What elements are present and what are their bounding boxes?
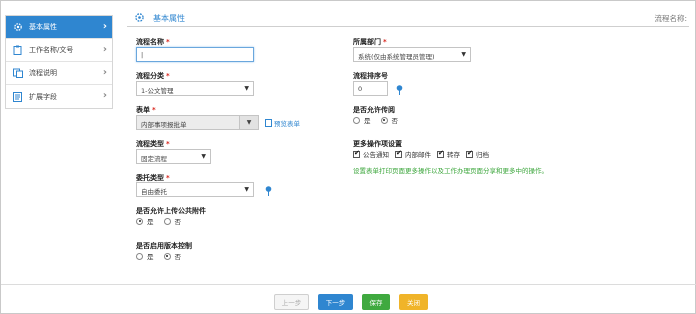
sidebar-item-work-name[interactable]: 工作名称/文号 › xyxy=(6,39,112,62)
save-as-checkbox[interactable] xyxy=(437,149,444,158)
allow-discussion-yes-radio[interactable] xyxy=(353,116,360,124)
next-step-button[interactable]: 下一步 xyxy=(318,294,353,310)
flow-name-input[interactable]: | xyxy=(136,47,254,62)
flow-type-select[interactable]: 固定流程 ▼ xyxy=(136,149,211,164)
form-sheet-label: 表单 * xyxy=(136,106,156,114)
list-icon xyxy=(12,91,23,102)
allow-attach-yes-radio[interactable] xyxy=(136,217,143,225)
caret-down-icon: ▼ xyxy=(244,85,249,92)
info-pin-icon[interactable] xyxy=(265,186,272,196)
flow-category-select[interactable]: 1-公文管理 ▼ xyxy=(136,81,254,96)
mail-checkbox[interactable] xyxy=(395,149,402,158)
section-header: 基本属性 流程名称: xyxy=(127,9,689,27)
allow-discussion-label: 是否允许传阅 xyxy=(353,106,395,114)
chevron-right-icon: › xyxy=(102,44,107,55)
department-label: 所属部门 * xyxy=(353,38,387,46)
sort-no-input[interactable]: 0 xyxy=(353,81,388,96)
sidebar-item-label: 扩展字段 xyxy=(29,92,57,101)
footer-bar: 上一步 下一步 保存 关闭 xyxy=(1,284,696,314)
prev-step-button[interactable]: 上一步 xyxy=(274,294,309,310)
sidebar-item-flow-desc[interactable]: 流程说明 › xyxy=(6,62,112,85)
flow-name-label: 流程名称 * xyxy=(136,38,170,46)
allow-discussion-radios: 是 否 xyxy=(353,115,408,125)
more-ops-checkboxes: 公告通知 内部邮件 转存 归档 xyxy=(353,149,499,159)
gear-icon xyxy=(134,12,145,23)
dialog-frame: 基本属性 › 工作名称/文号 › 流程说明 › 扩展字段 › 基本属性 流程名称… xyxy=(0,0,696,314)
sidebar: 基本属性 › 工作名称/文号 › 流程说明 › 扩展字段 › xyxy=(5,15,113,109)
department-select[interactable]: 系统(仅由系统管理员管理) ▼ xyxy=(353,47,471,62)
flow-type-label: 流程类型 * xyxy=(136,140,170,148)
chevron-right-icon: › xyxy=(102,21,107,32)
caret-down-icon: ▼ xyxy=(461,51,466,58)
chevron-right-icon: › xyxy=(102,90,107,101)
version-control-radios: 是 否 xyxy=(136,251,191,261)
archive-checkbox[interactable] xyxy=(466,149,473,158)
flow-name-caption: 流程名称: xyxy=(654,14,687,23)
notice-checkbox[interactable] xyxy=(353,149,360,158)
version-control-label: 是否启用版本控制 xyxy=(136,242,192,250)
gear-icon xyxy=(12,22,23,33)
sidebar-item-label: 基本属性 xyxy=(29,23,57,31)
chevron-right-icon: › xyxy=(102,67,107,78)
version-control-yes-radio[interactable] xyxy=(136,252,143,260)
preview-icon xyxy=(265,119,272,127)
allow-attach-no-radio[interactable] xyxy=(163,217,171,225)
version-control-no-radio[interactable] xyxy=(163,252,171,260)
more-ops-hint: 设置表单打印页面更多操作以及工作办理页面分享和更多中的操作。 xyxy=(353,167,548,175)
page-title: 基本属性 xyxy=(153,14,185,23)
allow-discussion-no-radio[interactable] xyxy=(380,116,388,124)
close-button[interactable]: 关闭 xyxy=(399,294,428,310)
sort-no-label: 流程排序号 xyxy=(353,72,388,80)
document-icon xyxy=(12,68,23,79)
caret-down-icon: ▼ xyxy=(244,186,249,193)
delegate-type-select[interactable]: 自由委托 ▼ xyxy=(136,182,254,197)
allow-attach-radios: 是 否 xyxy=(136,216,191,226)
save-button[interactable]: 保存 xyxy=(362,294,390,310)
flow-category-label: 流程分类 * xyxy=(136,72,170,80)
sidebar-item-label: 流程说明 xyxy=(29,69,57,77)
allow-attach-label: 是否允许上传公共附件 xyxy=(136,207,206,215)
clipboard-icon xyxy=(12,45,23,56)
form-sheet-select[interactable]: 内部事项报批单 ▼ xyxy=(136,115,259,130)
caret-down-icon: ▼ xyxy=(239,116,258,129)
preview-form-link[interactable]: 预览表单 xyxy=(265,118,300,128)
sidebar-item-basic-props[interactable]: 基本属性 › xyxy=(6,16,112,39)
caret-down-icon: ▼ xyxy=(201,153,206,160)
more-ops-label: 更多操作项设置 xyxy=(353,140,402,148)
info-pin-icon[interactable] xyxy=(396,85,403,95)
sidebar-item-ext-fields[interactable]: 扩展字段 › xyxy=(6,85,112,108)
sidebar-item-label: 工作名称/文号 xyxy=(29,46,74,54)
